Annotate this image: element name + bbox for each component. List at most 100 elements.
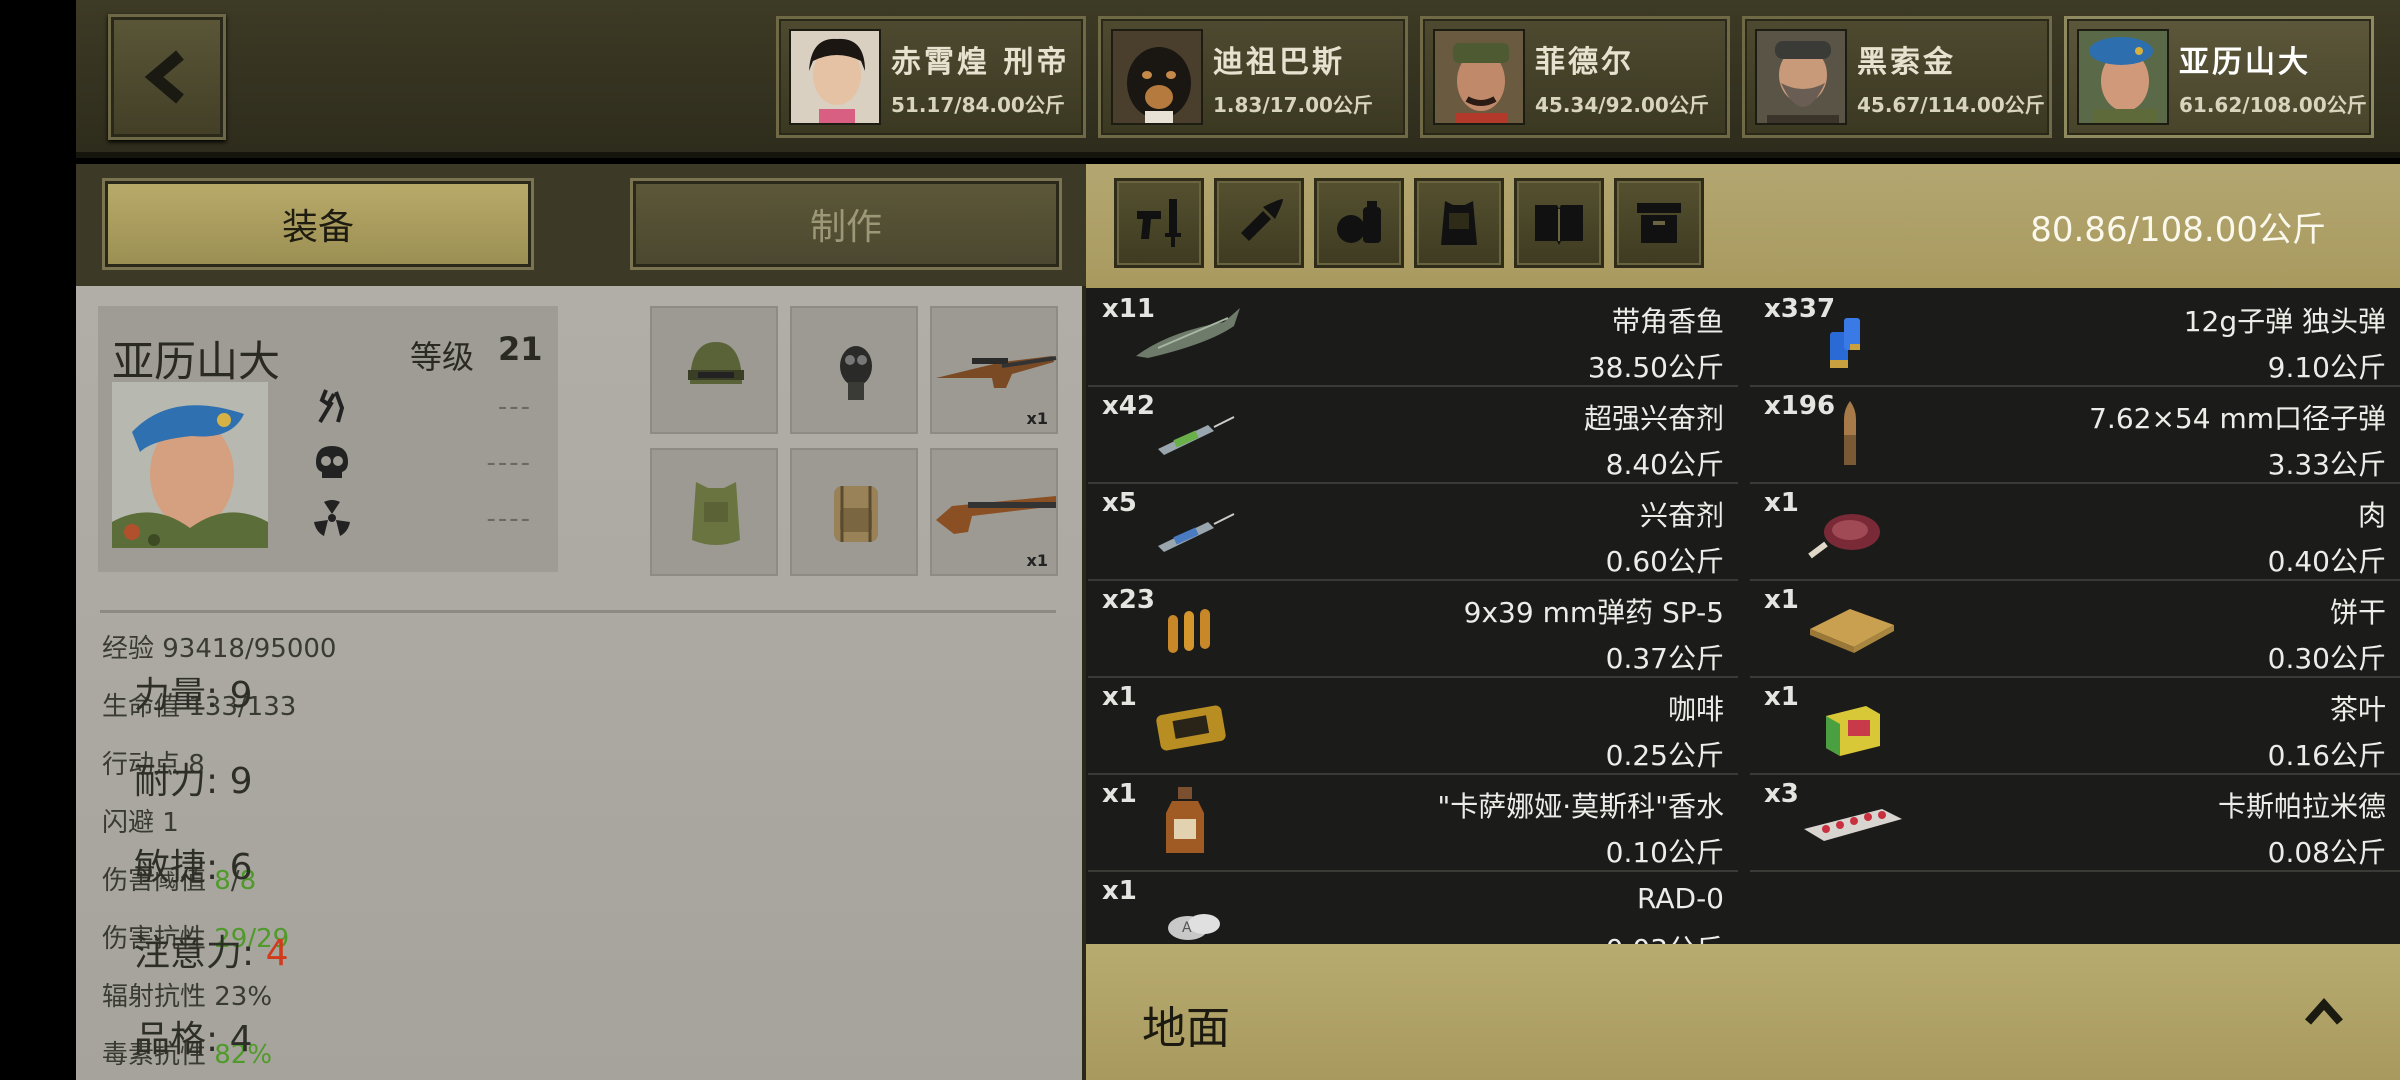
character-tab-5[interactable]: 亚历山大 61.62/108.00公斤 — [2064, 16, 2374, 138]
attr-agility: 敏捷: 6 — [134, 847, 253, 888]
need-value: --- — [497, 392, 532, 422]
item-weight: 0.60公斤 — [1605, 545, 1724, 578]
meat-icon — [1808, 514, 1880, 559]
pill-blister-icon — [1804, 809, 1902, 841]
item-name: "卡萨娜娅·莫斯科"香水 — [1437, 790, 1724, 823]
backpack-icon — [834, 486, 878, 542]
character-name: 赤霄煌 刑帝 — [891, 45, 1070, 80]
inventory-item[interactable]: x11 带角香鱼 38.50公斤 — [1088, 290, 1738, 387]
stat-experience: 经验 93418/95000 — [102, 634, 337, 664]
item-weight: 38.50公斤 — [1587, 351, 1724, 384]
weapons-icon — [1137, 199, 1181, 247]
perfume-bottle-icon — [1166, 787, 1204, 853]
item-count: x1 — [1026, 409, 1048, 428]
inventory-item[interactable]: x42 超强兴奋剂 8.40公斤 — [1088, 387, 1738, 484]
equip-slot-body[interactable] — [650, 448, 778, 576]
equip-slot-head[interactable] — [650, 306, 778, 434]
item-name: 肉 — [2357, 499, 2386, 532]
inventory-item[interactable]: x1 饼干 0.30公斤 — [1750, 581, 2400, 678]
ground-panel[interactable]: 地面 — [1086, 944, 2400, 1080]
back-button[interactable] — [108, 14, 226, 140]
item-weight: 0.30公斤 — [2267, 642, 2386, 675]
equip-slot-back[interactable] — [790, 448, 918, 576]
inventory-item[interactable]: x1 咖啡 0.25公斤 — [1088, 678, 1738, 775]
equip-slot-primary[interactable]: x1 — [930, 306, 1058, 434]
character-weight: 1.83/17.00公斤 — [1213, 93, 1373, 117]
character-weight: 45.34/92.00公斤 — [1535, 93, 1709, 117]
filter-books-button[interactable] — [1514, 178, 1604, 268]
character-name: 迪祖巴斯 — [1213, 45, 1345, 80]
inventory-item[interactable]: x1 肉 0.40公斤 — [1750, 484, 2400, 581]
inventory-item[interactable]: x337 12g子弹 独头弹 9.10公斤 — [1750, 290, 2400, 387]
game-screen: 赤霄煌 刑帝 51.17/84.00公斤 迪祖巴斯 1.83/17.00公斤 菲… — [76, 0, 2400, 1080]
svg-text:A: A — [1182, 920, 1192, 936]
filter-misc-button[interactable] — [1614, 178, 1704, 268]
woman-portrait — [789, 29, 881, 125]
total-weight: 80.86/108.00公斤 — [2030, 210, 2326, 250]
character-weight: 45.67/114.00公斤 — [1857, 93, 2045, 117]
character-weight: 51.17/84.00公斤 — [891, 93, 1065, 117]
inventory-item[interactable]: x1 "卡萨娜娅·莫斯科"香水 0.10公斤 — [1088, 775, 1738, 872]
tab-crafting[interactable]: 制作 — [630, 178, 1062, 270]
character-tab-2[interactable]: 迪祖巴斯 1.83/17.00公斤 — [1098, 16, 1408, 138]
ammo-icon — [1235, 199, 1283, 247]
character-portrait — [112, 382, 268, 548]
chevron-up-icon[interactable] — [2304, 996, 2344, 1026]
cracker-icon — [1810, 609, 1894, 653]
character-bar: 赤霄煌 刑帝 51.17/84.00公斤 迪祖巴斯 1.83/17.00公斤 菲… — [76, 0, 2400, 158]
item-weight: 0.08公斤 — [2267, 836, 2386, 869]
attr-character: 品格: 4 — [134, 1019, 253, 1060]
filter-ammo-button[interactable] — [1214, 178, 1304, 268]
item-name: 9x39 mm弹药 SP-5 — [1463, 596, 1724, 629]
left-tab-bar: 装备 制作 — [76, 164, 1086, 286]
item-weight: 3.33公斤 — [2267, 448, 2386, 481]
item-weight: 0.40公斤 — [2267, 545, 2386, 578]
filter-armor-button[interactable] — [1414, 178, 1504, 268]
inventory-item[interactable]: x196 7.62×54 mm口径子弹 3.33公斤 — [1750, 387, 2400, 484]
inventory-item[interactable]: x3 卡斯帕拉米德 0.08公斤 — [1750, 775, 2400, 872]
body-armor-icon — [692, 482, 740, 545]
item-weight: 8.40公斤 — [1605, 448, 1724, 481]
inventory-item[interactable]: x23 9x39 mm弹药 SP-5 0.37公斤 — [1088, 581, 1738, 678]
tab-equipment[interactable]: 装备 — [102, 178, 534, 270]
equip-slot-face[interactable] — [790, 306, 918, 434]
divider — [100, 610, 1056, 613]
inventory-item[interactable]: x1 A RAD-0 0.03公斤 — [1088, 872, 1738, 944]
inventory-item[interactable]: x5 兴奋剂 0.60公斤 — [1088, 484, 1738, 581]
need-value: ---- — [486, 448, 532, 478]
helmet-icon — [688, 342, 744, 384]
item-name: RAD-0 — [1637, 882, 1724, 915]
inventory-toolbar: 80.86/108.00公斤 — [1086, 164, 2400, 288]
filter-food-button[interactable] — [1314, 178, 1404, 268]
soldier-beret-portrait — [2077, 29, 2169, 125]
character-tab-4[interactable]: 黑索金 45.67/114.00公斤 — [1742, 16, 2052, 138]
box-icon — [1637, 203, 1681, 243]
inventory-item[interactable]: x1 茶叶 0.16公斤 — [1750, 678, 2400, 775]
character-tab-3[interactable]: 菲德尔 45.34/92.00公斤 — [1420, 16, 1730, 138]
need-toxicity: ---- — [312, 442, 542, 482]
character-full-name: 亚历山大 — [112, 337, 281, 386]
character-tab-1[interactable]: 赤霄煌 刑帝 51.17/84.00公斤 — [776, 16, 1086, 138]
item-weight: 0.16公斤 — [2267, 739, 2386, 772]
app-root: 赤霄煌 刑帝 51.17/84.00公斤 迪祖巴斯 1.83/17.00公斤 菲… — [0, 0, 2400, 1080]
item-name: 兴奋剂 — [1639, 499, 1724, 532]
shotgun-shell-icon — [1830, 318, 1860, 368]
equip-slot-secondary[interactable]: x1 — [930, 448, 1058, 576]
pill-tablets-icon: A — [1168, 914, 1220, 940]
item-name: 12g子弹 独头弹 — [2183, 305, 2386, 338]
item-name: 7.62×54 mm口径子弹 — [2089, 402, 2386, 435]
item-count: x1 — [1026, 551, 1048, 570]
filter-weapons-button[interactable] — [1114, 178, 1204, 268]
attr-strength: 力量: 9 — [134, 675, 253, 716]
level-label: 等级 — [410, 338, 475, 376]
attr-endurance: 耐力: 9 — [134, 761, 253, 802]
book-icon — [1535, 205, 1583, 245]
attr-label: 注意力: — [134, 933, 266, 974]
item-weight: 0.37公斤 — [1605, 642, 1724, 675]
dog-portrait — [1111, 29, 1203, 125]
item-weight: 9.10公斤 — [2267, 351, 2386, 384]
item-name: 超强兴奋剂 — [1583, 402, 1724, 435]
coffee-icon — [1156, 705, 1226, 751]
item-name: 茶叶 — [2329, 693, 2386, 726]
tea-box-icon — [1826, 706, 1880, 756]
